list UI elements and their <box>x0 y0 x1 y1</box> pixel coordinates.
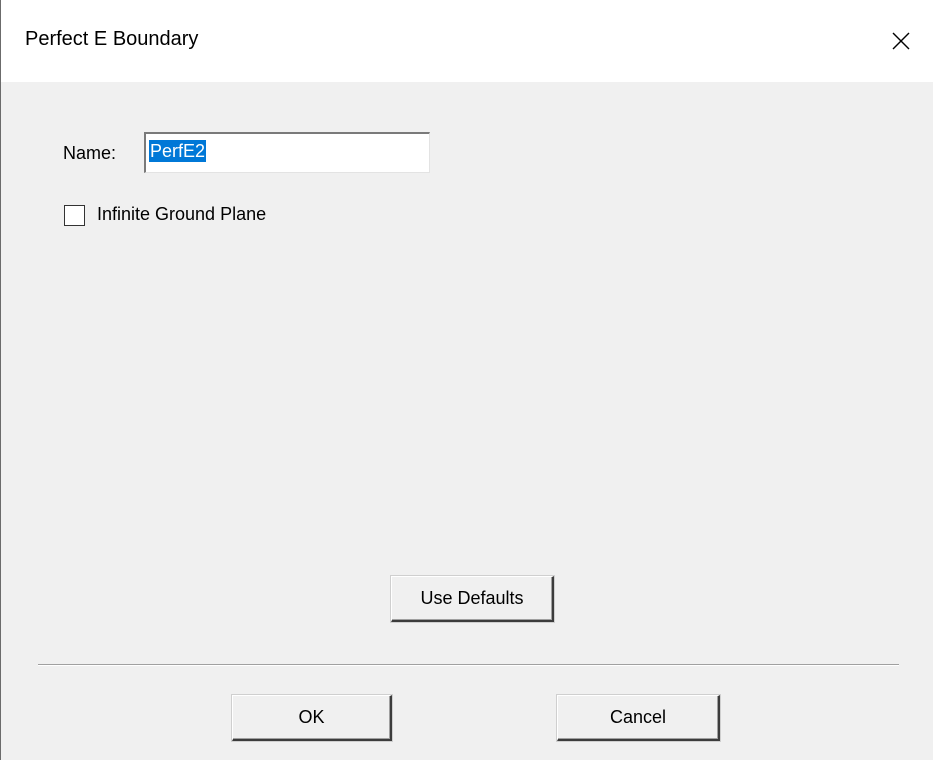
separator <box>38 664 899 666</box>
window-title: Perfect E Boundary <box>25 28 199 50</box>
name-input-value: PerfE2 <box>149 140 207 162</box>
title-bar[interactable]: Perfect E Boundary <box>1 0 933 82</box>
name-label: Name: <box>63 143 117 163</box>
use-defaults-button[interactable]: Use Defaults <box>391 576 554 622</box>
close-icon <box>891 31 911 51</box>
infinite-ground-plane-label[interactable]: Infinite Ground Plane <box>97 204 266 225</box>
infinite-ground-plane-checkbox[interactable] <box>64 205 85 226</box>
name-input[interactable]: PerfE2 <box>144 132 430 173</box>
ok-button[interactable]: OK <box>232 695 392 741</box>
close-button[interactable] <box>869 10 933 72</box>
perfect-e-boundary-dialog: Perfect E Boundary Name: PerfE2 Infinite… <box>0 0 933 760</box>
cancel-button[interactable]: Cancel <box>557 695 720 741</box>
